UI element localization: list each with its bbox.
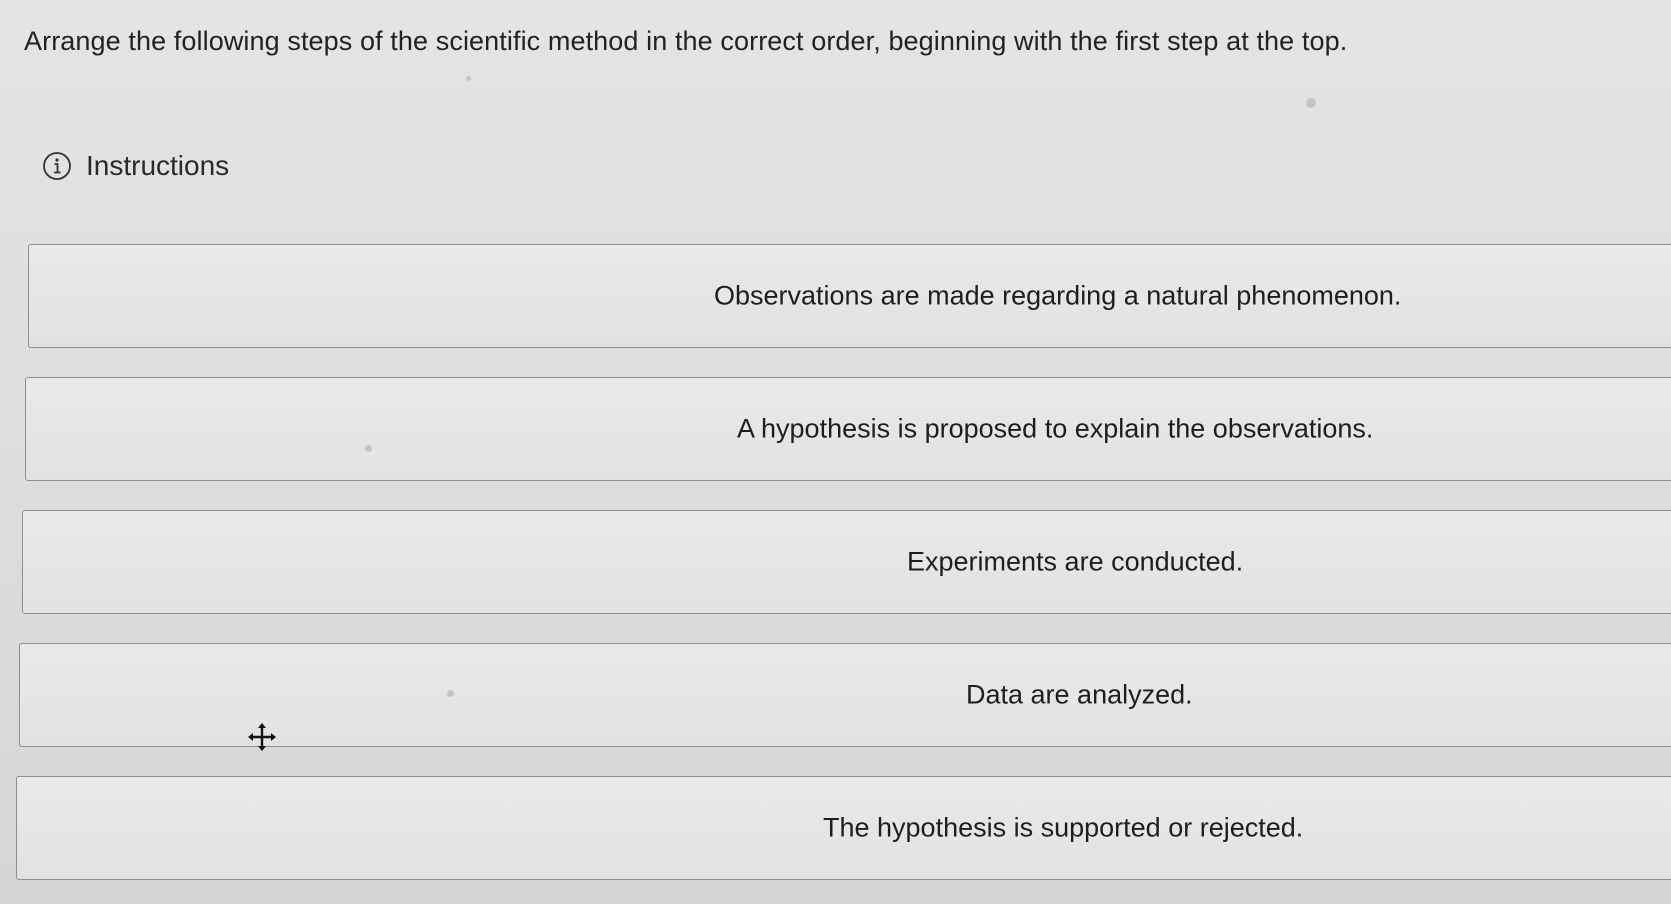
screen-dust (466, 76, 471, 81)
step-card-5[interactable]: The hypothesis is supported or rejected. (16, 776, 1671, 880)
step-card-2[interactable]: A hypothesis is proposed to explain the … (25, 377, 1671, 481)
step-card-4[interactable]: Data are analyzed. (19, 643, 1671, 747)
screen-dust (365, 445, 372, 452)
step-text: A hypothesis is proposed to explain the … (737, 413, 1374, 444)
screen-dust (447, 690, 454, 697)
sortable-step-list: Observations are made regarding a natura… (0, 0, 1671, 904)
step-text: The hypothesis is supported or rejected. (823, 812, 1304, 843)
step-text: Data are analyzed. (966, 679, 1193, 710)
screen-dust (1306, 98, 1316, 108)
step-text: Experiments are conducted. (907, 546, 1244, 577)
step-card-3[interactable]: Experiments are conducted. (22, 510, 1671, 614)
step-card-1[interactable]: Observations are made regarding a natura… (28, 244, 1671, 348)
step-text: Observations are made regarding a natura… (714, 280, 1402, 311)
